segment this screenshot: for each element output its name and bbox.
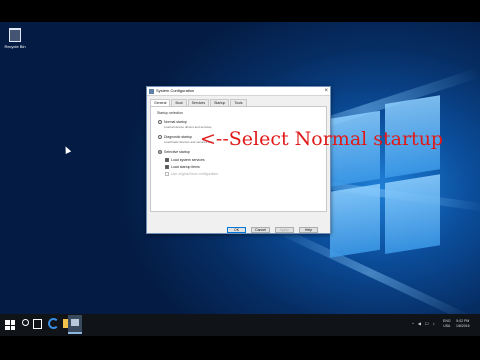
annotation-text: <--Select Normal startup — [200, 128, 444, 150]
dialog-title: System Configuration — [156, 88, 195, 93]
radio-indicator-selected — [158, 150, 162, 155]
dialog-buttons: OK Cancel Apply Help — [227, 227, 323, 233]
load-startup-items-checkbox[interactable]: Load startup items — [165, 165, 200, 170]
use-original-boot-label: Use original boot configuration — [171, 172, 219, 176]
dialog-titlebar[interactable]: System Configuration × — [147, 87, 330, 96]
clock-date: 1/8/2016 — [456, 324, 470, 328]
ok-button[interactable]: OK — [227, 227, 246, 233]
start-button-windows-icon[interactable] — [5, 320, 15, 330]
tab-boot[interactable]: Boot — [171, 99, 187, 106]
taskbar-clock[interactable]: 5:02 PM 1/8/2016 — [456, 319, 470, 329]
tab-general[interactable]: General — [150, 99, 171, 106]
msconfig-icon — [149, 89, 154, 94]
selective-startup-label: Selective startup — [164, 150, 190, 154]
mouse-cursor-icon — [62, 145, 72, 154]
checkbox-checked — [165, 158, 169, 163]
recycle-bin-icon[interactable]: Recycle Bin — [4, 28, 26, 49]
load-system-services-label: Load system services — [171, 158, 205, 162]
display-icon[interactable]: ☐ — [425, 321, 429, 326]
msconfig-taskbar-icon[interactable] — [68, 315, 82, 334]
language-region: USA — [443, 324, 451, 328]
selective-startup-radio[interactable]: Selective startup — [158, 150, 190, 155]
letterbox-top — [0, 0, 480, 22]
language-indicator[interactable]: ENG USA — [443, 319, 451, 329]
network-icon[interactable]: ◀ — [418, 321, 421, 326]
trash-icon — [9, 28, 21, 42]
edge-browser-icon[interactable] — [48, 318, 59, 329]
taskbar: ^ ◀ ☐ ♪ ENG USA 5:02 PM 1/8/2016 — [0, 314, 480, 336]
system-configuration-dialog: System Configuration × General Boot Serv… — [146, 86, 331, 234]
tab-services[interactable]: Services — [187, 99, 210, 106]
load-system-services-checkbox[interactable]: Load system services — [165, 158, 205, 163]
normal-startup-radio[interactable]: Normal startup — [158, 120, 187, 125]
startup-selection-label: Startup selection — [157, 111, 184, 115]
search-icon[interactable] — [22, 319, 29, 326]
tab-tools[interactable]: Tools — [230, 99, 247, 106]
letterbox-bottom — [0, 336, 480, 360]
checkbox-checked — [165, 165, 169, 170]
radio-indicator — [158, 135, 162, 140]
windows-logo-wallpaper — [330, 95, 440, 262]
recycle-bin-label: Recycle Bin — [4, 44, 26, 49]
apply-button[interactable]: Apply — [275, 227, 294, 233]
volume-icon[interactable]: ♪ — [433, 321, 435, 326]
general-tab-panel: Startup selection Normal startup Load al… — [150, 106, 327, 212]
system-tray: ^ ◀ ☐ ♪ — [412, 321, 435, 326]
show-hidden-icons-icon[interactable]: ^ — [412, 321, 414, 326]
cancel-button[interactable]: Cancel — [251, 227, 270, 233]
radio-indicator — [158, 120, 162, 125]
diagnostic-startup-label: Diagnostic startup — [164, 135, 193, 139]
help-button[interactable]: Help — [299, 227, 318, 233]
checkbox-unchecked — [165, 172, 169, 177]
close-button[interactable]: × — [324, 87, 328, 96]
tab-strip: General Boot Services Startup Tools — [150, 99, 248, 106]
tab-startup[interactable]: Startup — [210, 99, 230, 106]
normal-startup-label: Normal startup — [164, 120, 187, 124]
diagnostic-startup-radio[interactable]: Diagnostic startup — [158, 135, 193, 140]
load-startup-items-label: Load startup items — [171, 165, 200, 169]
task-view-icon[interactable] — [33, 319, 42, 329]
use-original-boot-checkbox[interactable]: Use original boot configuration — [165, 172, 219, 177]
